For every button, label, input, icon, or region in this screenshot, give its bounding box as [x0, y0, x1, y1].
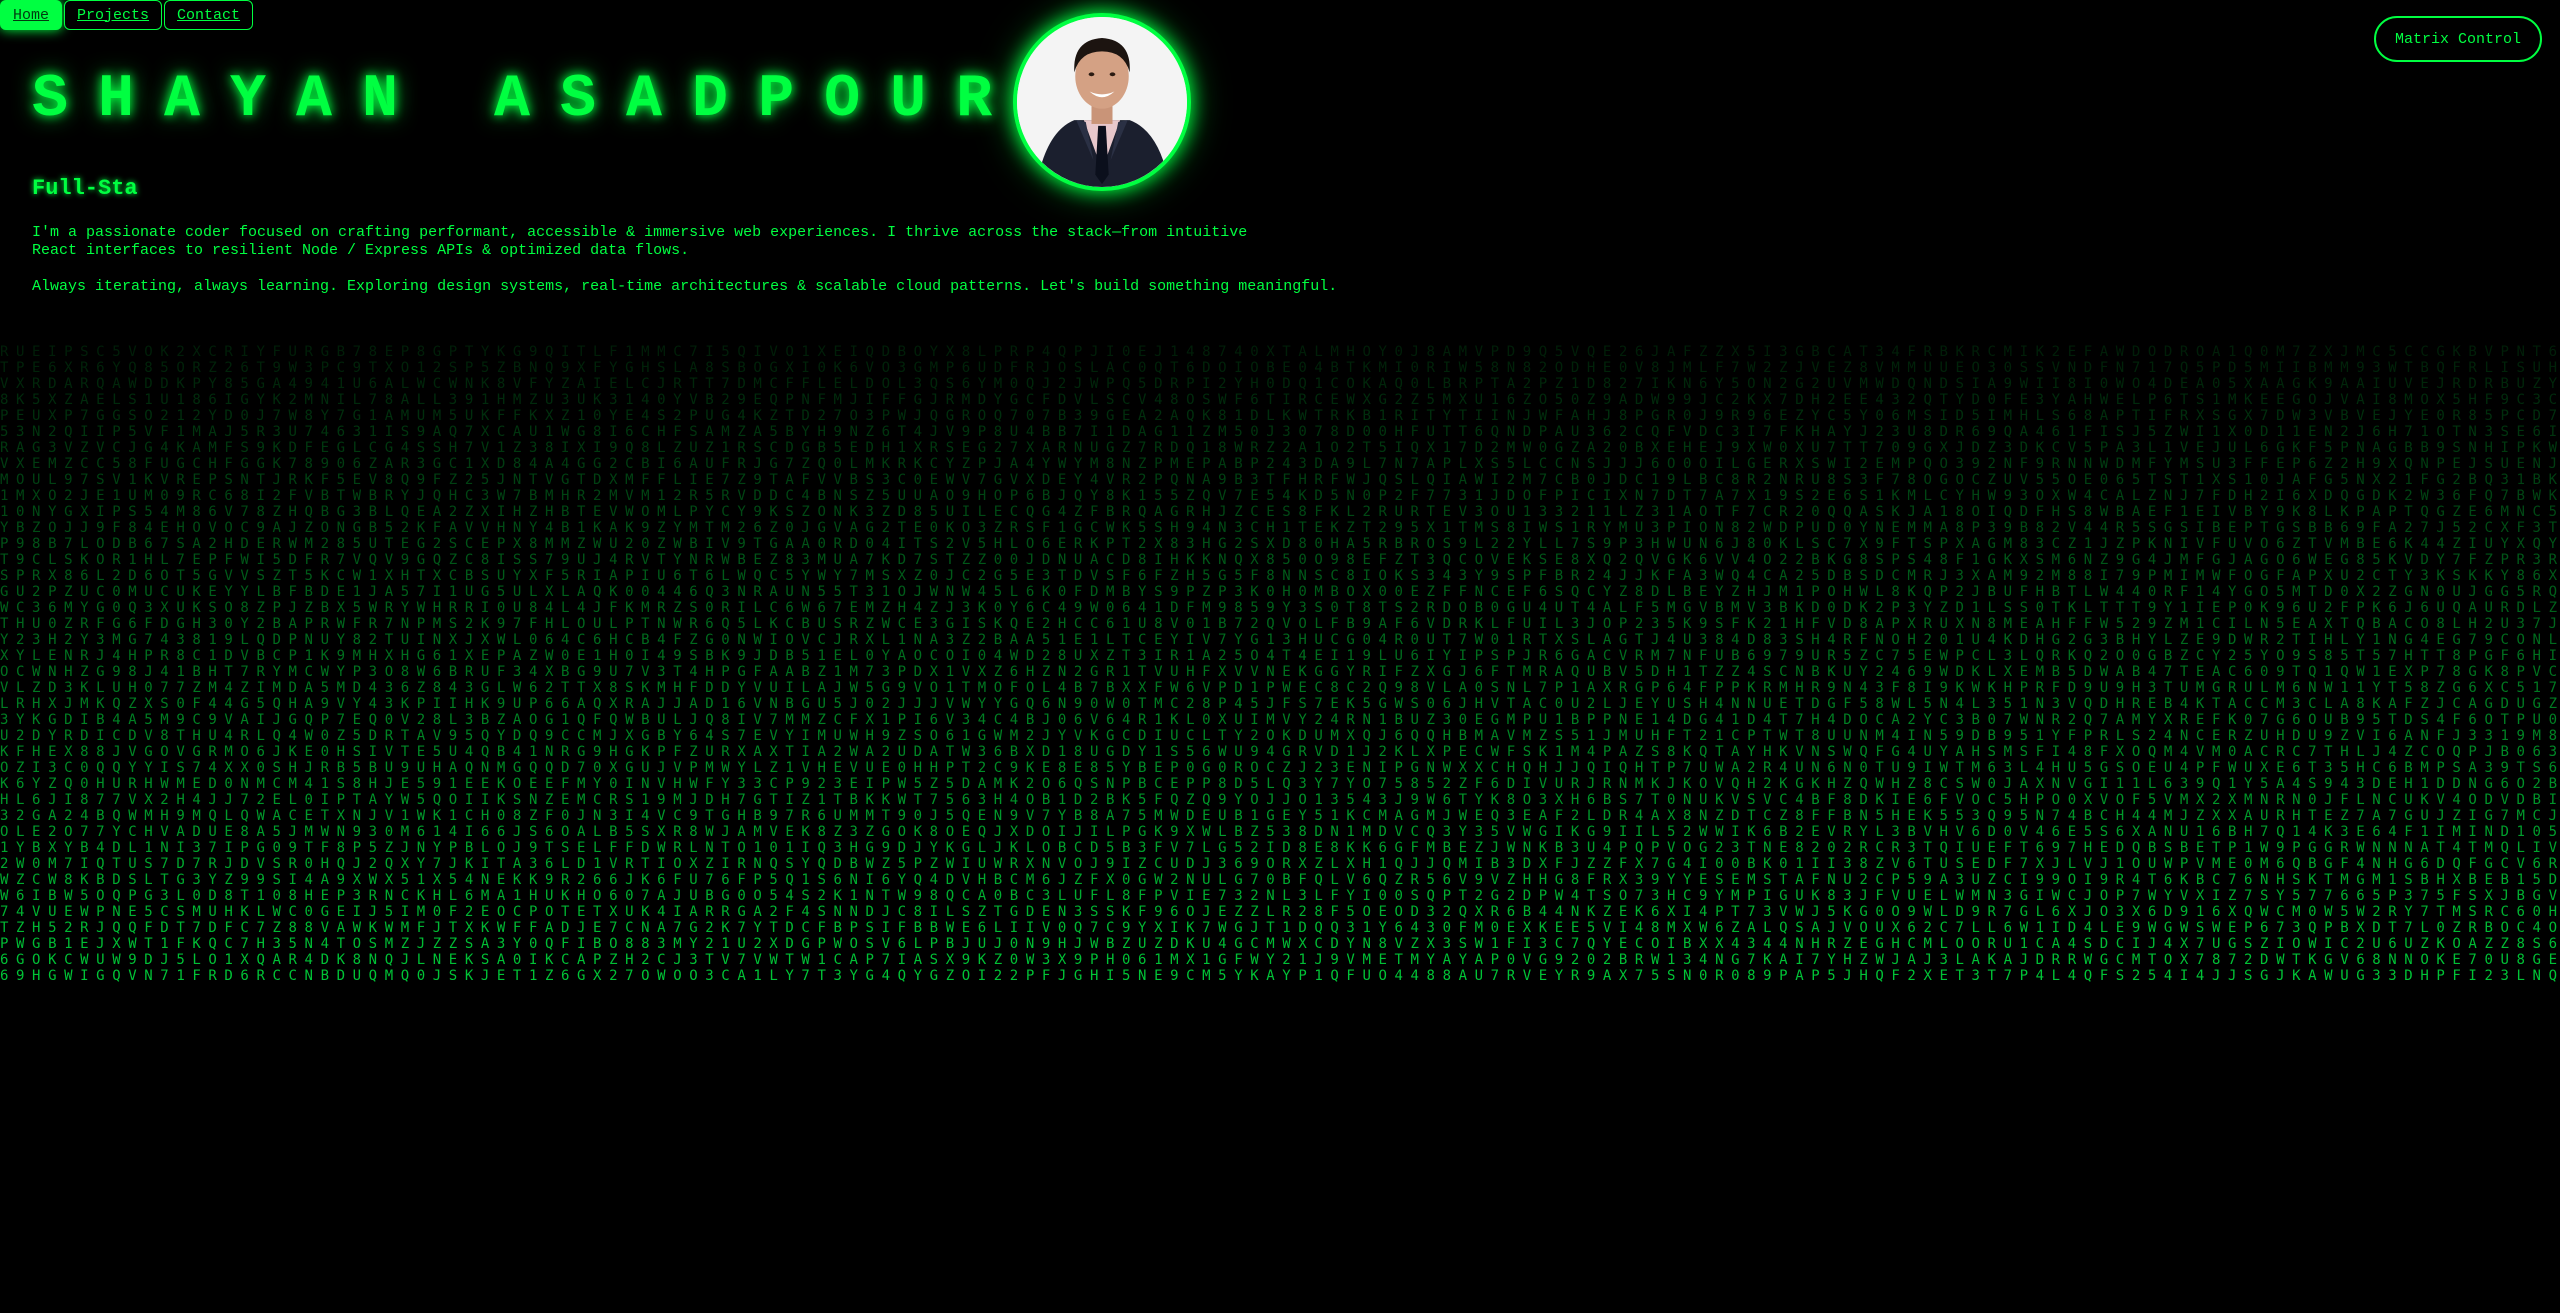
matrix-rain-row: RAG3VZVCJG4KAMFS9KDFEGLCG4SSH7V1Z38IXI9Q… — [0, 440, 2560, 456]
matrix-rain-row: OCWNHZG98J41BHT7RYMCWYP3O8W6BRUF34XBG9U7… — [0, 664, 2560, 680]
matrix-rain-row: VXEMZCC58FUGCHFGGK78906ZAR3GC1XD84A4GG2C… — [0, 456, 2560, 472]
matrix-rain-row: 8K5XZAELS1U186IGYK2MNIL78ALL391HMZU3UK31… — [0, 392, 2560, 408]
matrix-rain-row: GU2PZUC0MUCUKEYYLBFBDE1JA57I1UG5ULXLAQK0… — [0, 584, 2560, 600]
nav-home-button[interactable]: Home — [0, 0, 63, 30]
matrix-rain-row: W6IBW5OQPG3L0D8T108HEP3RNCKHL6MA1HUKHO60… — [0, 888, 2560, 904]
profile-photo-icon — [1017, 17, 1187, 187]
matrix-rain-row: PEUXP7GGSO212YD0J7W8Y7G1AMUM5UKFFKXZ10YE… — [0, 408, 2560, 424]
matrix-rain-row: 1YBXYB4DL1NI37IPG09TF8P5ZJNYPBLOJ9TSELFF… — [0, 840, 2560, 856]
matrix-rain-row: OZI3C0QQYYIS74XX0SHJRB5BU9UHAQNMGQQD70XG… — [0, 760, 2560, 776]
hero-bio: I'm a passionate coder focused on crafti… — [32, 224, 1248, 259]
matrix-rain-row: Y23H2Y3MG743819LQDPNUY82TUINXJXWL064C6HC… — [0, 632, 2560, 648]
matrix-rain-row: MOUL97SV1KVREPSNTJRKF5EV8Q9FZ25JNTVGTDXM… — [0, 472, 2560, 488]
matrix-rain-row: XYLENRJ4HPR8C1DVBCP1K9MHXHG61XEPAZW0E1H0… — [0, 648, 2560, 664]
matrix-rain-row: 3YKGDIB4A5M9C9VAIJGQP7EQ0V28L3BZAOG1QFQW… — [0, 712, 2560, 728]
nav-contact-button[interactable]: Contact — [164, 0, 254, 30]
matrix-rain-background: RUEIPSC5VOK2XCRIYFURGB78EP8GPTYKG9QITLF1… — [0, 344, 2560, 984]
matrix-rain-row: 69HGWIGQVN71FRD6RCCNBDUQMQ0JSKJET1Z6GX27… — [0, 968, 2560, 984]
nav-projects-button[interactable]: Projects — [64, 0, 163, 30]
matrix-rain-row: VXRDARQAWDDKPY85GA4941U6ALWCWNK8VFYZAIEL… — [0, 376, 2560, 392]
hero-bio-secondary: Always iterating, always learning. Explo… — [32, 278, 1338, 295]
matrix-rain-row: RUEIPSC5VOK2XCRIYFURGB78EP8GPTYKG9QITLF1… — [0, 344, 2560, 360]
matrix-rain-row: KFHEX88JVGOVGRMO6JKE0HSIVTE5U4QB41NRG9HG… — [0, 744, 2560, 760]
matrix-control-button[interactable]: Matrix Control — [2374, 16, 2542, 62]
matrix-rain-row: 10NYGXIPS54M86V78ZHQBG3BLQEA2ZXIHZHBTEVW… — [0, 504, 2560, 520]
matrix-rain-row: TZH52RJQQFDT7DFC7Z88VAWKWMFJTXKWFFADJE7C… — [0, 920, 2560, 936]
matrix-rain-row: 2W0M7IQTUS7D7RJDVSR0HQJ2QXY7JKITA36LD1VR… — [0, 856, 2560, 872]
matrix-rain-row: WC36MYG0Q3XUKSO8ZPJZBX5WRYWHRRI0U84L4JFK… — [0, 600, 2560, 616]
matrix-rain-row: OLE2O77YCHVADUE8A5JMWN930M614I66JS6OALB5… — [0, 824, 2560, 840]
matrix-rain-row: 6GOKCWUW9DJ5LO1XQAR4DK8NQJLNEKSA0IKCAPZH… — [0, 952, 2560, 968]
matrix-rain-row: YBZOJJ9F84EHOVOC9AJZONGB52KFAVVHNY4B1KAK… — [0, 520, 2560, 536]
matrix-rain-row: 32GA24BQWMH9MQLQWACETXNJV1WK1CH08ZF0JN3I… — [0, 808, 2560, 824]
matrix-rain-row: VLZD3KLUH077ZM4ZIMDA5MD436Z843GLW62TTX8S… — [0, 680, 2560, 696]
matrix-rain-row: U2DYRDICDV8THU4RLQ4W0Z5DRTAV95QYDQ9CCMJX… — [0, 728, 2560, 744]
matrix-rain-row: T9CLSKOR1HL7EPFWI5DFR7VQV9GQZC8ISS79UJ4R… — [0, 552, 2560, 568]
hero-name: SHAYAN ASADPOUR — [32, 66, 1023, 134]
hero-role: Full-Sta — [32, 176, 138, 201]
avatar — [1013, 13, 1191, 191]
matrix-rain-row: TPE6XR6YQ85ORZ26T9W3PC9TXO12SP5ZBNQ9XFYG… — [0, 360, 2560, 376]
matrix-rain-row: WZCW8KBDSLTG3YZ99SI4A9XWX51X54NEKK9R266J… — [0, 872, 2560, 888]
matrix-rain-row: P98B7LODB67SA2HDERWM285UTEG2SCEPX8MMZWU2… — [0, 536, 2560, 552]
matrix-rain-row: K6YZQ0HURHWMED0NMCM41S8HJE591EEKOEEFMY0I… — [0, 776, 2560, 792]
matrix-rain-row: 1MXO2JE1UM09RC68I2FVBTWBRYJQHC3W7BMHR2MV… — [0, 488, 2560, 504]
main-nav: Home Projects Contact — [0, 0, 254, 30]
matrix-rain-row: THU0ZRFG6FDGH30Y2BAPRWFR7NPMS2K97FHLOULP… — [0, 616, 2560, 632]
matrix-rain-row: 53N2QIIP5VF1MAJ5R3U74631IS9AQ7XCAU1WG8I6… — [0, 424, 2560, 440]
matrix-rain-row: LRHXJMKQZXS0F44G5QHA9VY43KPIIHK9UP66AQXR… — [0, 696, 2560, 712]
matrix-rain-row: SPRX86L2D6OT5GVVSZT5KCW1XHTXCBSUYXF5RIAP… — [0, 568, 2560, 584]
matrix-rain-row: HL6JI877VX2H4JJ72EL0IPTAYW5QOIIKSNZEMCRS… — [0, 792, 2560, 808]
matrix-rain-row: PWGB1EJXWT1FKQC7H35N4TOSMZJZZSA3Y0QFIBO8… — [0, 936, 2560, 952]
matrix-rain-row: 74VUEWPNE5CSMUHKLWC0GEIJ5IM0F2EOCPOTETXU… — [0, 904, 2560, 920]
